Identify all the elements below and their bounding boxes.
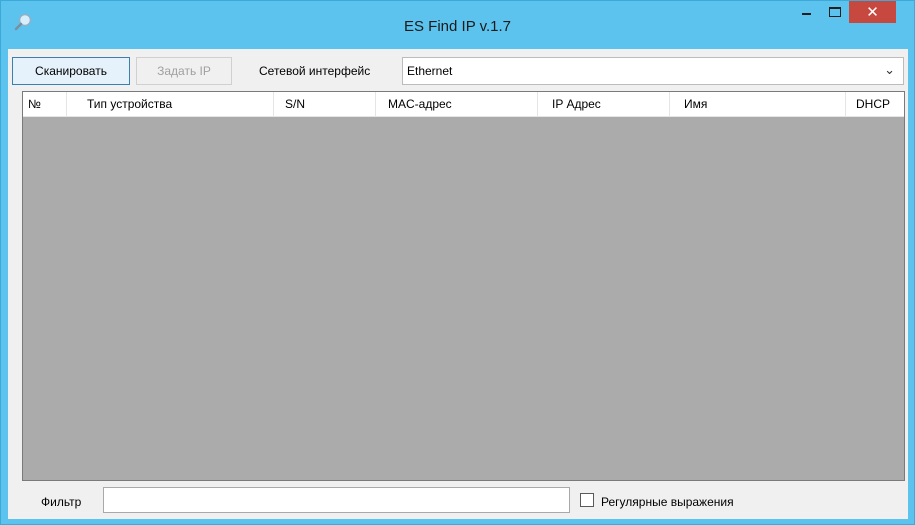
network-interface-select[interactable]: Ethernet ⌄ bbox=[402, 57, 904, 85]
column-header-name[interactable]: Имя bbox=[670, 92, 846, 117]
title-bar[interactable]: ES Find IP v.1.7 ✕ bbox=[1, 1, 914, 49]
column-header-dhcp[interactable]: DHCP bbox=[846, 92, 904, 117]
toolbar: Сканировать Задать IP Сетевой интерфейс … bbox=[8, 49, 908, 92]
column-header-serial[interactable]: S/N bbox=[274, 92, 376, 117]
column-header-mac[interactable]: MAC-адрес bbox=[376, 92, 538, 117]
column-header-device-type[interactable]: Тип устройства bbox=[67, 92, 274, 117]
column-header-ip[interactable]: IP Адрес bbox=[538, 92, 670, 117]
window-title: ES Find IP v.1.7 bbox=[404, 18, 511, 35]
app-window: ES Find IP v.1.7 ✕ Сканировать Задать IP… bbox=[0, 0, 915, 525]
regex-label[interactable]: Регулярные выражения bbox=[601, 495, 734, 509]
column-header-number[interactable]: № bbox=[23, 92, 67, 117]
client-area: Сканировать Задать IP Сетевой интерфейс … bbox=[8, 49, 908, 519]
table-header: № Тип устройства S/N MAC-адрес IP Адрес … bbox=[23, 92, 904, 117]
filter-input[interactable] bbox=[103, 487, 570, 513]
regex-checkbox[interactable] bbox=[580, 493, 594, 507]
chevron-down-icon: ⌄ bbox=[884, 62, 895, 77]
set-ip-button[interactable]: Задать IP bbox=[136, 57, 232, 85]
minimize-button[interactable] bbox=[793, 1, 819, 23]
close-icon: ✕ bbox=[866, 4, 879, 21]
maximize-button[interactable] bbox=[821, 1, 847, 23]
filter-label: Фильтр bbox=[41, 495, 82, 509]
network-interface-label: Сетевой интерфейс bbox=[259, 64, 371, 78]
devices-table[interactable]: № Тип устройства S/N MAC-адрес IP Адрес … bbox=[22, 91, 905, 481]
close-button[interactable]: ✕ bbox=[849, 1, 896, 23]
scan-button[interactable]: Сканировать bbox=[12, 57, 130, 85]
network-interface-value: Ethernet bbox=[407, 64, 453, 78]
